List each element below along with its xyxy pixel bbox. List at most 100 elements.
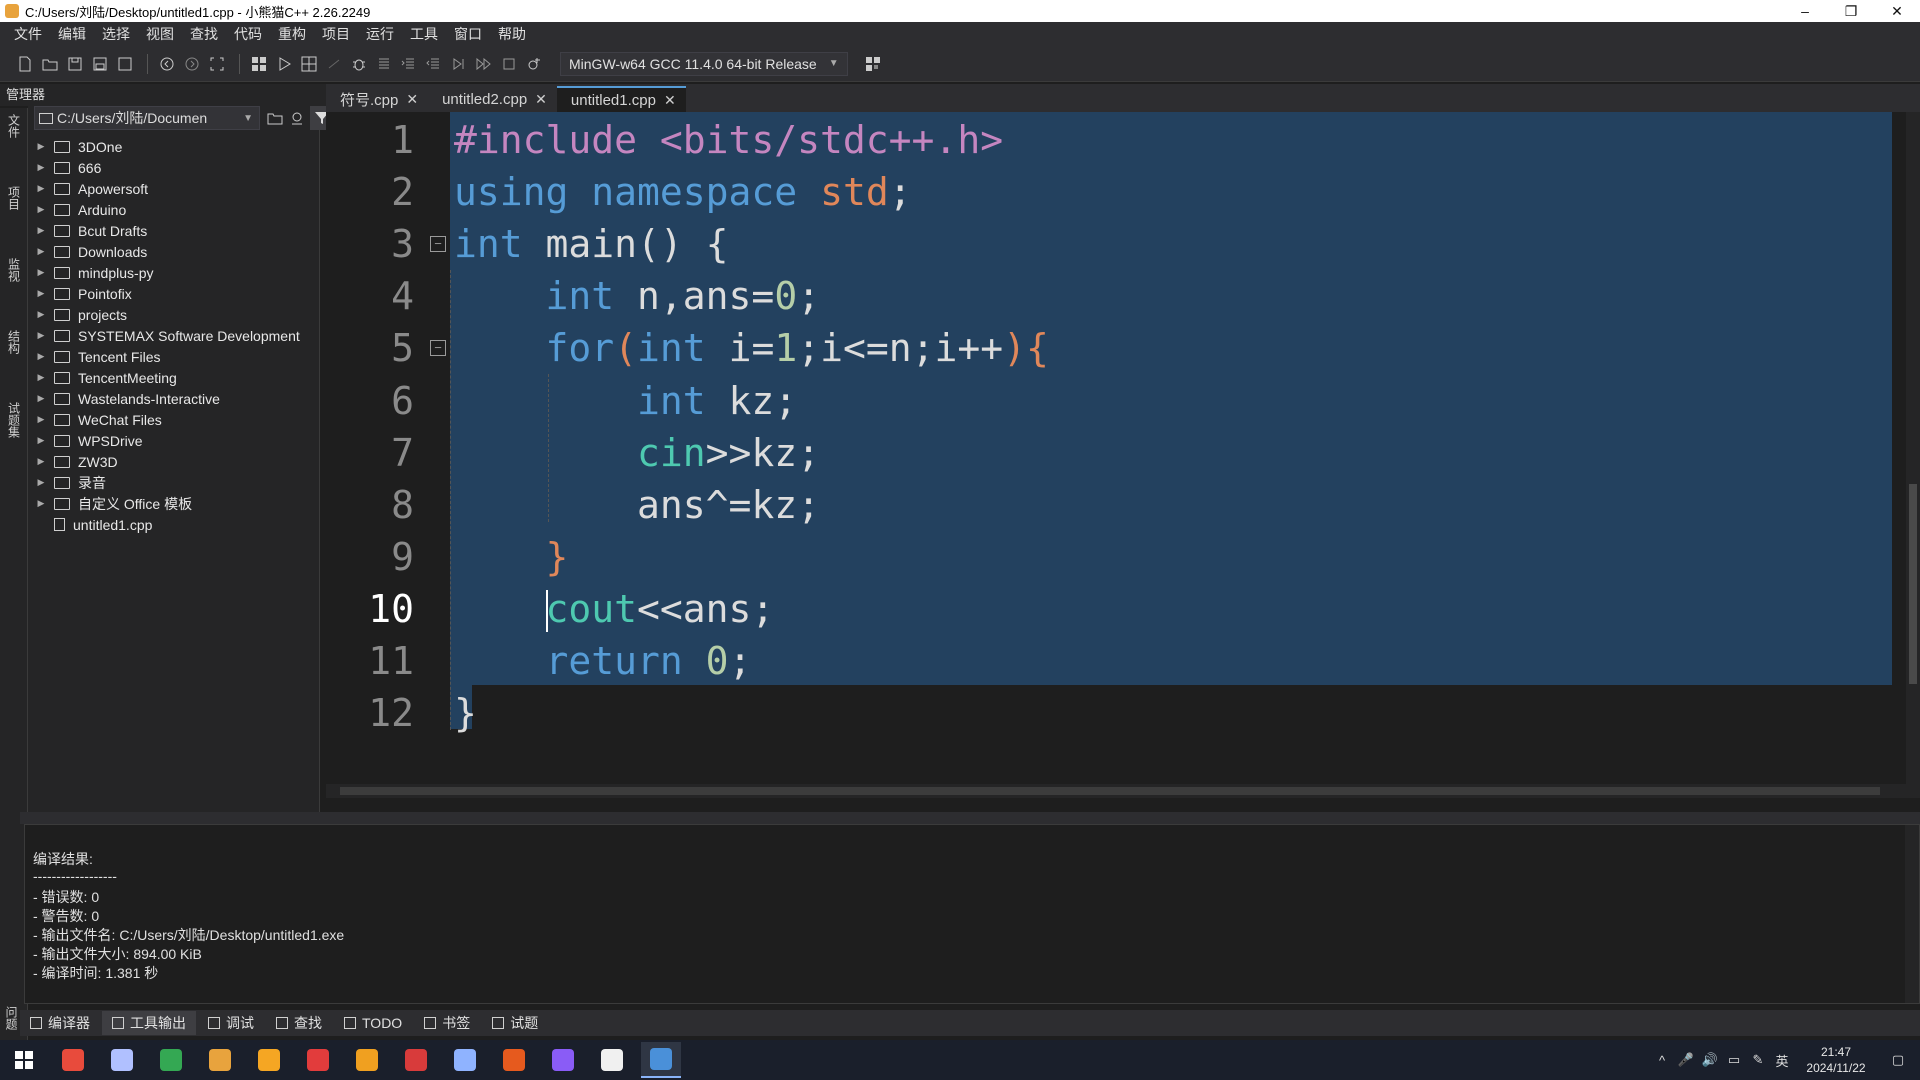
taskbar-app[interactable] — [494, 1042, 534, 1078]
run-to-cursor-button[interactable] — [448, 53, 470, 75]
fold-toggle-for[interactable]: − — [430, 340, 446, 356]
problems-side-tab[interactable]: 问题 — [2, 1006, 20, 1030]
expand-arrow-icon[interactable]: ▶ — [34, 498, 48, 509]
close-icon[interactable]: ✕ — [406, 91, 418, 108]
tree-item[interactable]: ▶ Bcut Drafts — [34, 220, 314, 241]
editor-tab[interactable]: untitled2.cpp ✕ — [428, 86, 557, 112]
tree-item[interactable]: ▶ mindplus-py — [34, 262, 314, 283]
code-editor[interactable]: 1 2 3 4 5 6 7 8 9 10 11 12 − − #include <bits/stdc+… — [326, 112, 1920, 798]
tree-item[interactable]: ▶ 自定义 Office 模板 — [34, 493, 314, 514]
bottom-tab[interactable]: 书签 — [414, 1011, 480, 1035]
menu-item[interactable]: 帮助 — [490, 24, 534, 44]
menu-item[interactable]: 视图 — [138, 24, 182, 44]
notification-icon[interactable]: ▢ — [1886, 1048, 1910, 1072]
expand-arrow-icon[interactable]: ▶ — [34, 330, 48, 341]
expand-arrow-icon[interactable]: ▶ — [34, 372, 48, 383]
compile-run-button[interactable] — [298, 53, 320, 75]
bottom-tab[interactable]: 试题 — [482, 1011, 548, 1035]
folder-path-select[interactable]: C:/Users/刘陆/Documen ▼ — [34, 106, 260, 130]
tree-item[interactable]: ▶ Arduino — [34, 199, 314, 220]
tree-item[interactable]: ▶ Downloads — [34, 241, 314, 262]
minimize-button[interactable]: – — [1782, 0, 1828, 22]
menu-item[interactable]: 工具 — [402, 24, 446, 44]
clock[interactable]: 21:47 2024/11/22 — [1794, 1044, 1878, 1076]
taskbar-app[interactable] — [298, 1042, 338, 1078]
taskbar-app[interactable] — [151, 1042, 191, 1078]
run-button[interactable] — [273, 53, 295, 75]
menu-item[interactable]: 编辑 — [50, 24, 94, 44]
close-button[interactable]: ✕ — [1874, 0, 1920, 22]
expand-arrow-icon[interactable]: ▶ — [34, 309, 48, 320]
left-tab[interactable]: 监视 — [4, 258, 24, 282]
expand-arrow-icon[interactable]: ▶ — [34, 414, 48, 425]
taskbar-app[interactable] — [396, 1042, 436, 1078]
output-vertical-scrollbar[interactable] — [1905, 825, 1919, 1003]
fold-toggle-main[interactable]: − — [430, 236, 446, 252]
expand-arrow-icon[interactable]: ▶ — [34, 183, 48, 194]
save-button[interactable] — [64, 53, 86, 75]
tree-item[interactable]: ▶ projects — [34, 304, 314, 325]
tree-item[interactable]: ▶ SYSTEMAX Software Development — [34, 325, 314, 346]
continue-button[interactable] — [473, 53, 495, 75]
tree-item[interactable]: untitled1.cpp — [34, 514, 314, 535]
menu-item[interactable]: 文件 — [6, 24, 50, 44]
step-into-button[interactable] — [398, 53, 420, 75]
menu-item[interactable]: 项目 — [314, 24, 358, 44]
tree-item[interactable]: ▶ Apowersoft — [34, 178, 314, 199]
expand-arrow-icon[interactable]: ▶ — [34, 267, 48, 278]
taskbar-app[interactable] — [543, 1042, 583, 1078]
stop-button[interactable] — [498, 53, 520, 75]
expand-arrow-icon[interactable]: ▶ — [34, 351, 48, 362]
locate-file-button[interactable] — [286, 106, 308, 130]
editor-vertical-scrollbar[interactable] — [1906, 112, 1920, 798]
expand-arrow-icon[interactable]: ▶ — [34, 204, 48, 215]
restore-button[interactable]: ❐ — [1828, 0, 1874, 22]
step-out-button[interactable] — [423, 53, 445, 75]
tree-item[interactable]: ▶ Tencent Files — [34, 346, 314, 367]
left-tab[interactable]: 试题集 — [4, 402, 24, 438]
expand-arrow-icon[interactable]: ▶ — [34, 141, 48, 152]
taskbar-app[interactable] — [641, 1042, 681, 1078]
close-file-button[interactable] — [114, 53, 136, 75]
expand-arrow-icon[interactable]: ▶ — [34, 225, 48, 236]
taskbar-app[interactable] — [347, 1042, 387, 1078]
taskbar-app[interactable] — [249, 1042, 289, 1078]
editor-tab[interactable]: 符号.cpp ✕ — [326, 86, 429, 112]
taskbar-app[interactable] — [200, 1042, 240, 1078]
expand-arrow-icon[interactable]: ▶ — [34, 288, 48, 299]
menu-item[interactable]: 选择 — [94, 24, 138, 44]
tree-item[interactable]: ▶ TencentMeeting — [34, 367, 314, 388]
left-tab[interactable]: 结构 — [4, 330, 24, 354]
scrollbar-thumb[interactable] — [1909, 484, 1917, 684]
network-icon[interactable]: ▭ — [1722, 1048, 1746, 1072]
compiler-select[interactable]: MinGW-w64 GCC 11.4.0 64-bit Release ▼ — [560, 51, 848, 76]
new-file-button[interactable] — [14, 53, 36, 75]
tree-item[interactable]: ▶ WPSDrive — [34, 430, 314, 451]
bottom-tab[interactable]: TODO — [334, 1011, 412, 1035]
editor-tab[interactable]: untitled1.cpp ✕ — [556, 86, 686, 112]
expand-arrow-icon[interactable]: ▶ — [34, 162, 48, 173]
menu-item[interactable]: 代码 — [226, 24, 270, 44]
tree-item[interactable]: ▶ Wastelands-Interactive — [34, 388, 314, 409]
start-button[interactable] — [4, 1042, 44, 1078]
open-folder-button[interactable] — [264, 106, 286, 130]
tree-item[interactable]: ▶ 录音 — [34, 472, 314, 493]
tree-item[interactable]: ▶ WeChat Files — [34, 409, 314, 430]
taskbar-app[interactable] — [592, 1042, 632, 1078]
bottom-tab[interactable]: 工具输出 — [102, 1011, 196, 1035]
rebuild-button[interactable] — [323, 53, 345, 75]
menu-item[interactable]: 查找 — [182, 24, 226, 44]
expand-arrow-icon[interactable]: ▶ — [34, 456, 48, 467]
add-watch-button[interactable] — [523, 53, 545, 75]
panel-splitter[interactable] — [20, 812, 1920, 824]
bottom-tab[interactable]: 编译器 — [20, 1011, 100, 1035]
scrollbar-thumb[interactable] — [340, 787, 1880, 795]
left-tab[interactable]: 文件 — [4, 114, 24, 138]
step-over-button[interactable] — [373, 53, 395, 75]
save-all-button[interactable] — [89, 53, 111, 75]
left-tab[interactable]: 项目 — [4, 186, 24, 210]
bottom-tab[interactable]: 查找 — [266, 1011, 332, 1035]
bottom-tab[interactable]: 调试 — [198, 1011, 264, 1035]
taskbar-app[interactable] — [102, 1042, 142, 1078]
menu-item[interactable]: 运行 — [358, 24, 402, 44]
